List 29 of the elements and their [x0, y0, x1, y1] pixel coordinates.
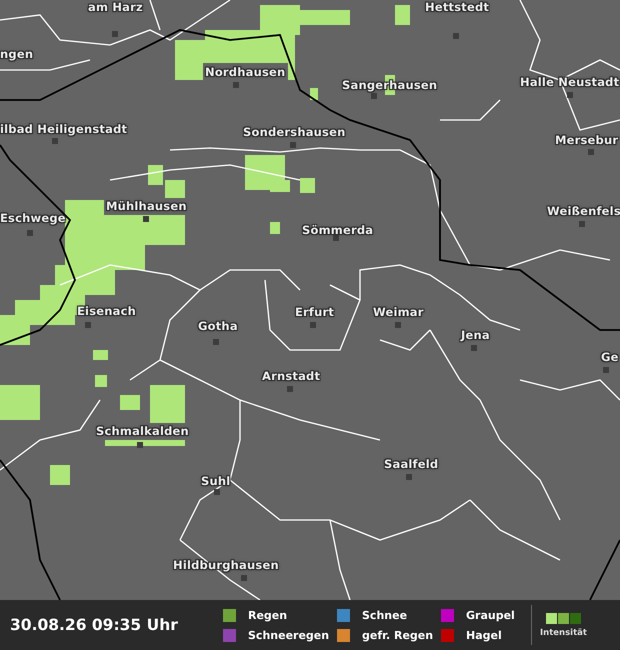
city-label: am Harz	[88, 0, 143, 14]
city-label: Mühlhausen	[106, 199, 187, 213]
intensity-label: Intensität	[540, 628, 587, 638]
timestamp: 30.08.26 09:35 Uhr	[10, 616, 179, 634]
legend-label: Regen	[248, 608, 288, 622]
city-label: ilbad Heiligenstadt	[0, 122, 128, 136]
legend-label: Graupel	[466, 608, 515, 622]
city-label: Sömmerda	[302, 223, 374, 237]
city-label: Weimar	[373, 305, 424, 319]
city-label: Erfurt	[295, 305, 334, 319]
legend-label: Schneeregen	[248, 628, 330, 642]
intensity-scale-icon	[546, 612, 581, 624]
city-label: Jena	[461, 328, 490, 342]
city-label: Schmalkalden	[96, 424, 189, 438]
city-label: Weißenfels	[547, 204, 620, 218]
city-label: Gotha	[198, 319, 238, 333]
city-label: Ge	[601, 350, 619, 364]
legend-label: Schnee	[362, 608, 408, 622]
city-label: Arnstadt	[262, 369, 320, 383]
legend-label: gefr. Regen	[362, 628, 434, 642]
city-label: Eschwege	[0, 211, 66, 225]
legend-label: Hagel	[466, 628, 502, 642]
city-label: Nordhausen	[205, 65, 286, 79]
city-label: Suhl	[201, 474, 230, 488]
city-label: ngen	[0, 47, 34, 61]
city-label: Saalfeld	[384, 457, 438, 471]
city-label: Sondershausen	[243, 125, 346, 139]
city-label: Hettstedt	[425, 0, 490, 14]
city-label: Mersebur	[555, 133, 618, 147]
